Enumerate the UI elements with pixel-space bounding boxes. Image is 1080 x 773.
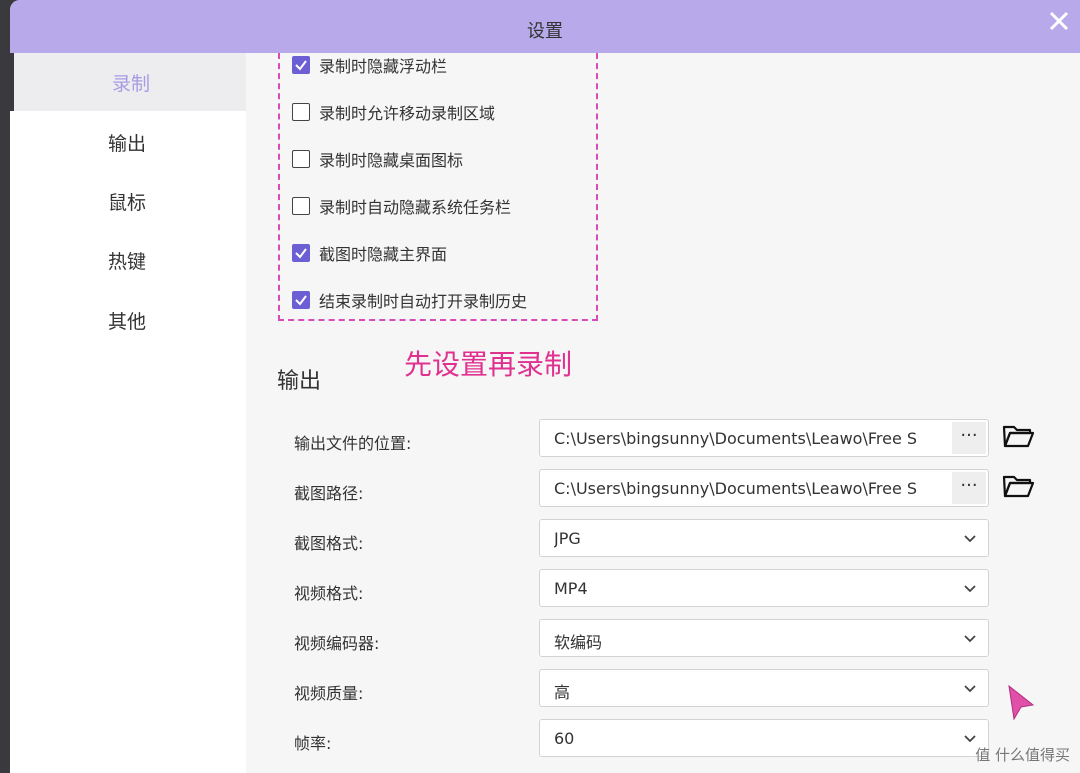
field-value: 60 bbox=[554, 729, 575, 748]
annotation-text: 先设置再录制 bbox=[404, 348, 573, 381]
video-encoder-select[interactable]: 软编码 bbox=[539, 619, 989, 657]
checkbox[interactable] bbox=[292, 244, 310, 262]
option-label: 录制时允许移动录制区域 bbox=[319, 104, 496, 123]
checkbox[interactable] bbox=[292, 197, 310, 215]
screenshot-path-field[interactable]: C:\Users\bingsunny\Documents\Leawo\Free … bbox=[539, 469, 989, 507]
close-icon bbox=[1049, 11, 1069, 31]
check-icon bbox=[295, 295, 307, 306]
check-icon bbox=[295, 248, 307, 259]
field-label: 截图格式: bbox=[294, 534, 364, 553]
field-value: C:\Users\bingsunny\Documents\Leawo\Free … bbox=[554, 479, 918, 498]
frame-rate-select[interactable]: 60 bbox=[539, 719, 989, 757]
field-value: C:\Users\bingsunny\Documents\Leawo\Free … bbox=[554, 429, 918, 448]
screenshot-format-select[interactable]: JPG bbox=[539, 519, 989, 557]
sidebar-item-hotkeys[interactable]: 热键 bbox=[10, 233, 246, 285]
option-hide-taskbar[interactable]: 录制时自动隐藏系统任务栏 bbox=[292, 191, 511, 221]
option-label: 录制时隐藏浮动栏 bbox=[319, 57, 448, 76]
checkbox[interactable] bbox=[292, 103, 310, 121]
title-bar: 设置 bbox=[10, 0, 1080, 53]
folder-open-icon[interactable] bbox=[1001, 421, 1035, 451]
checkbox[interactable] bbox=[292, 291, 310, 309]
field-value: 软编码 bbox=[554, 633, 603, 652]
sidebar-item-label: 录制 bbox=[112, 73, 151, 95]
checkbox[interactable] bbox=[292, 150, 310, 168]
option-hide-desktop-icons[interactable]: 录制时隐藏桌面图标 bbox=[292, 144, 463, 174]
option-hide-main-ui-screenshot[interactable]: 截图时隐藏主界面 bbox=[292, 238, 447, 268]
chevron-down-icon bbox=[964, 535, 976, 543]
sidebar-item-label: 热键 bbox=[108, 251, 147, 273]
option-label: 截图时隐藏主界面 bbox=[319, 245, 448, 264]
folder-open-icon[interactable] bbox=[1001, 471, 1035, 501]
option-label: 结束录制时自动打开录制历史 bbox=[319, 292, 528, 311]
option-open-history[interactable]: 结束录制时自动打开录制历史 bbox=[292, 285, 527, 315]
sidebar-item-label: 其他 bbox=[108, 311, 147, 333]
sidebar-item-label: 输出 bbox=[108, 133, 147, 155]
option-allow-move-region[interactable]: 录制时允许移动录制区域 bbox=[292, 97, 495, 127]
output-section-title: 输出 bbox=[277, 369, 322, 394]
field-value: JPG bbox=[554, 529, 581, 548]
sidebar-item-label: 鼠标 bbox=[108, 192, 147, 214]
close-button[interactable] bbox=[1042, 4, 1076, 38]
highlight-box bbox=[278, 53, 598, 321]
window-title: 设置 bbox=[527, 21, 563, 42]
sidebar-item-mouse[interactable]: 鼠标 bbox=[10, 174, 246, 226]
field-label: 视频格式: bbox=[294, 584, 364, 603]
sidebar-item-record[interactable]: 录制 bbox=[10, 55, 246, 107]
field-label: 视频质量: bbox=[294, 684, 364, 703]
option-label: 录制时隐藏桌面图标 bbox=[319, 151, 464, 170]
field-label: 帧率: bbox=[294, 734, 332, 753]
chevron-down-icon bbox=[964, 635, 976, 643]
sidebar-item-output[interactable]: 输出 bbox=[10, 115, 246, 167]
sidebar-item-other[interactable]: 其他 bbox=[10, 293, 246, 345]
watermark: 值 什么值得买 bbox=[975, 746, 1070, 764]
option-label: 录制时自动隐藏系统任务栏 bbox=[319, 198, 512, 217]
video-quality-select[interactable]: 高 bbox=[539, 669, 989, 707]
video-format-select[interactable]: MP4 bbox=[539, 569, 989, 607]
settings-window: 设置 录制 输出 鼠标 热键 其他 录制时隐藏浮动栏 录制时允许移动录制区域 录… bbox=[10, 0, 1080, 773]
check-icon bbox=[295, 60, 307, 71]
output-location-field[interactable]: C:\Users\bingsunny\Documents\Leawo\Free … bbox=[539, 419, 989, 457]
option-hide-floating-bar[interactable]: 录制时隐藏浮动栏 bbox=[292, 50, 447, 80]
chevron-down-icon bbox=[964, 585, 976, 593]
browse-button[interactable]: ··· bbox=[952, 422, 986, 454]
settings-content: 录制时隐藏浮动栏 录制时允许移动录制区域 录制时隐藏桌面图标 录制时自动隐藏系统… bbox=[246, 53, 1080, 773]
checkbox[interactable] bbox=[292, 56, 310, 74]
chevron-down-icon bbox=[964, 685, 976, 693]
settings-sidebar: 录制 输出 鼠标 热键 其他 bbox=[10, 53, 246, 773]
field-label: 截图路径: bbox=[294, 484, 364, 503]
field-label: 视频编码器: bbox=[294, 634, 380, 653]
pointer-cursor-icon bbox=[1008, 684, 1035, 721]
field-label: 输出文件的位置: bbox=[294, 434, 412, 453]
field-value: MP4 bbox=[554, 579, 588, 598]
field-value: 高 bbox=[554, 683, 571, 702]
browse-button[interactable]: ··· bbox=[952, 472, 986, 504]
